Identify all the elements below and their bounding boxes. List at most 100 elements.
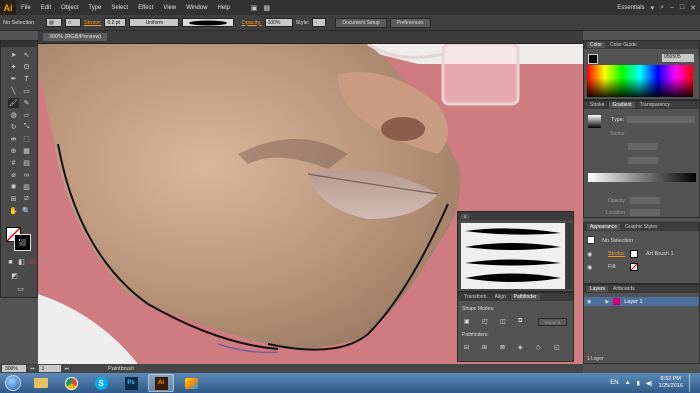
gradient-opacity-field[interactable] — [630, 197, 660, 204]
appearance-stroke-label[interactable]: Stroke: — [608, 251, 625, 257]
color-mode-icon[interactable]: ■ — [5, 257, 16, 267]
brush-list[interactable] — [461, 223, 565, 289]
draw-mode-icon[interactable]: ◩ — [9, 271, 20, 281]
line-tool-icon[interactable]: ╲ — [8, 86, 19, 96]
color-fill-swatch[interactable] — [588, 54, 598, 64]
appearance-fill-label[interactable]: Fill: — [608, 264, 617, 270]
gradient-tool-icon[interactable]: ▤ — [21, 158, 32, 168]
menu-help[interactable]: Help — [213, 5, 235, 11]
intersect-icon[interactable]: ◫ — [500, 318, 506, 325]
workspace-switcher[interactable]: Essentials — [617, 5, 644, 11]
gradient-slider[interactable] — [588, 173, 696, 182]
network-icon[interactable]: ▮ — [637, 380, 640, 387]
artboard-tool-icon[interactable]: ⊞ — [8, 194, 19, 204]
tab-transparency[interactable]: Transparency — [637, 102, 673, 108]
rotate-tool-icon[interactable]: ↻ — [8, 122, 19, 132]
file-explorer-icon[interactable] — [28, 374, 54, 392]
width-tool-icon[interactable]: ⇹ — [8, 134, 19, 144]
arrange-documents-icon[interactable]: ▦ — [264, 4, 271, 12]
outline-icon[interactable]: ◇ — [536, 344, 541, 351]
maximize-icon[interactable]: □ — [680, 4, 684, 11]
style-swatch[interactable]: ▫ — [312, 18, 327, 27]
unite-icon[interactable]: ▣ — [464, 318, 470, 325]
tab-color-guide[interactable]: Color Guide — [607, 42, 640, 48]
pencil-tool-icon[interactable]: ✎ — [21, 98, 32, 108]
tray-arrow-icon[interactable]: ▲ — [625, 380, 631, 386]
lasso-tool-icon[interactable]: ʘ — [21, 62, 32, 72]
tab-gradient[interactable]: Gradient — [609, 102, 635, 108]
language-indicator[interactable]: EN — [610, 380, 618, 386]
trim-icon[interactable]: ⊞ — [482, 344, 487, 351]
document-tab[interactable]: 300% (RGB/Preview) — [43, 33, 108, 41]
close-icon[interactable]: ✕ — [690, 4, 696, 12]
volume-icon[interactable]: ◀) — [646, 380, 653, 387]
tab-brushes[interactable]: ≡ — [461, 213, 470, 219]
skype-icon[interactable]: S — [88, 374, 114, 392]
crop-icon[interactable]: ◈ — [518, 344, 523, 351]
tab-layers[interactable]: Layers — [587, 286, 609, 292]
bridge-icon[interactable]: ▣ — [251, 4, 258, 12]
column-graph-tool-icon[interactable]: ▥ — [21, 182, 32, 192]
menu-edit[interactable]: Edit — [36, 5, 56, 11]
appearance-fill-swatch[interactable] — [630, 263, 638, 271]
gradient-location-field[interactable] — [630, 209, 660, 216]
shape-builder-tool-icon[interactable]: ⊕ — [8, 146, 19, 156]
menu-type[interactable]: Type — [83, 5, 106, 11]
rectangle-tool-icon[interactable]: ▭ — [21, 86, 32, 96]
stroke-color-box[interactable] — [14, 234, 31, 251]
free-transform-tool-icon[interactable]: ⬚ — [21, 134, 32, 144]
fill-swatch[interactable]: ▨ — [46, 18, 62, 27]
paint-icon[interactable] — [178, 374, 204, 392]
tab-color[interactable]: Color — [587, 42, 605, 48]
layer-visibility-eye-icon[interactable]: ◉ — [587, 299, 591, 305]
brush-list-scrollbar[interactable] — [566, 223, 572, 289]
tab-transform[interactable]: Transform — [461, 294, 490, 300]
menu-file[interactable]: File — [16, 5, 36, 11]
search-icon[interactable]: ⌕ — [660, 4, 664, 12]
tab-artboards[interactable]: Artboards — [610, 286, 638, 292]
menu-view[interactable]: View — [158, 5, 181, 11]
gradient-aspect-field[interactable] — [628, 157, 658, 164]
zoom-level-field[interactable]: 300% — [2, 365, 26, 372]
symbol-sprayer-tool-icon[interactable]: ✺ — [8, 182, 19, 192]
show-desktop-button[interactable] — [689, 374, 696, 392]
blob-brush-tool-icon[interactable]: ◍ — [8, 110, 19, 120]
merge-icon[interactable]: ⊠ — [500, 344, 505, 351]
gradient-mode-icon[interactable]: ◧ — [16, 257, 27, 267]
magic-wand-tool-icon[interactable]: ✦ — [8, 62, 19, 72]
mesh-tool-icon[interactable]: # — [8, 158, 19, 168]
selection-tool-icon[interactable]: ➤ — [8, 50, 19, 60]
eyedropper-tool-icon[interactable]: ⌀ — [8, 170, 19, 180]
gradient-preview-swatch[interactable] — [588, 115, 601, 128]
paintbrush-tool-icon[interactable]: 🖌 — [8, 98, 19, 108]
menu-window[interactable]: Window — [181, 5, 212, 11]
stroke-swatch[interactable]: □ — [65, 18, 81, 27]
hex-color-field[interactable]: 050505 — [662, 54, 694, 62]
pen-tool-icon[interactable]: ✒ — [8, 74, 19, 84]
type-tool-icon[interactable]: T — [21, 74, 32, 84]
color-spectrum[interactable] — [587, 65, 693, 97]
layer-name[interactable]: Layer 1 — [624, 299, 642, 305]
zoom-tool-icon[interactable]: 🔍 — [21, 206, 32, 216]
toolbox-grip[interactable] — [1, 41, 37, 47]
artboard-number-field[interactable]: 1 — [38, 365, 61, 372]
direct-selection-tool-icon[interactable]: ↖ — [21, 50, 32, 60]
slice-tool-icon[interactable]: ⧄ — [21, 194, 32, 204]
tab-stroke[interactable]: Stroke — [587, 102, 607, 108]
system-clock[interactable]: 8:52 PM 1/25/2016 — [659, 376, 683, 390]
eraser-tool-icon[interactable]: ▱ — [21, 110, 32, 120]
stroke-label[interactable]: Stroke: — [84, 20, 101, 26]
hand-tool-icon[interactable]: ✋ — [8, 206, 19, 216]
illustrator-taskbar-icon[interactable]: Ai — [148, 374, 174, 392]
exclude-icon[interactable]: ⧉ — [518, 318, 522, 325]
appearance-stroke-brush[interactable]: Art Brush 1 — [646, 251, 674, 257]
blend-tool-icon[interactable]: ∞ — [21, 170, 32, 180]
tab-pathfinder[interactable]: Pathfinder — [510, 294, 540, 300]
stroke-visibility-eye-icon[interactable]: ◉ — [587, 251, 592, 258]
brush-definition[interactable] — [182, 18, 235, 27]
document-setup-button[interactable]: Document Setup — [335, 17, 387, 28]
minus-front-icon[interactable]: ◰ — [482, 318, 488, 325]
workspace-dropdown-icon[interactable]: ▾ — [651, 4, 655, 12]
menu-object[interactable]: Object — [56, 5, 83, 11]
opacity-field[interactable]: 100% — [264, 18, 293, 27]
